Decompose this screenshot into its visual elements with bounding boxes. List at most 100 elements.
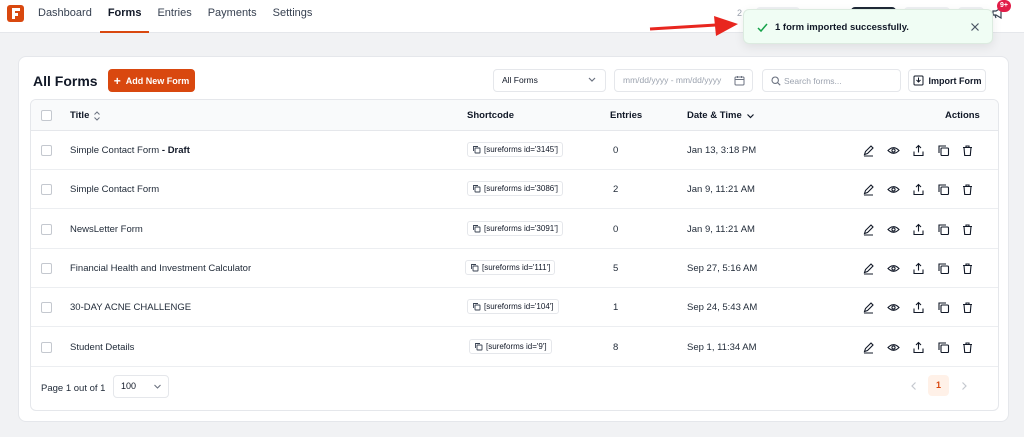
status-filter-select[interactable]: All Forms bbox=[493, 69, 606, 92]
duplicate-icon[interactable] bbox=[937, 223, 950, 236]
date-range-field[interactable]: mm/dd/yyyy - mm/dd/yyyy bbox=[614, 69, 753, 92]
row-checkbox[interactable] bbox=[41, 184, 52, 196]
export-icon[interactable] bbox=[912, 223, 925, 236]
per-page-select[interactable]: 100 bbox=[113, 375, 169, 398]
copy-icon bbox=[473, 146, 481, 154]
row-actions bbox=[862, 262, 982, 275]
entries-count: 1 bbox=[613, 302, 619, 314]
nav-payments[interactable]: Payments bbox=[200, 0, 265, 33]
import-form-button[interactable]: Import Form bbox=[908, 69, 986, 92]
date-time: Jan 9, 11:21 AM bbox=[687, 223, 755, 235]
preview-eye-icon[interactable] bbox=[887, 341, 900, 354]
trash-icon[interactable] bbox=[961, 301, 974, 314]
duplicate-icon[interactable] bbox=[937, 262, 950, 275]
app-logo-icon[interactable] bbox=[7, 5, 24, 22]
nav-dashboard[interactable]: Dashboard bbox=[38, 0, 100, 33]
export-icon[interactable] bbox=[912, 262, 925, 275]
duplicate-icon[interactable] bbox=[937, 183, 950, 196]
next-page-icon[interactable] bbox=[958, 379, 970, 393]
form-title[interactable]: NewsLetter Form bbox=[70, 224, 143, 235]
export-icon[interactable] bbox=[912, 183, 925, 196]
form-title-text: Financial Health and Investment Calculat… bbox=[70, 262, 252, 274]
table-row[interactable]: Simple Contact Form - Draft [sureforms id… bbox=[31, 131, 998, 170]
duplicate-icon[interactable] bbox=[937, 144, 950, 157]
trash-icon[interactable] bbox=[961, 144, 974, 157]
form-title[interactable]: Student Details bbox=[70, 342, 134, 353]
copy-icon bbox=[471, 263, 479, 272]
nav-entries[interactable]: Entries bbox=[149, 0, 199, 33]
row-checkbox[interactable] bbox=[41, 341, 52, 353]
preview-eye-icon[interactable] bbox=[887, 301, 900, 314]
shortcode-text: [sureforms id='104'] bbox=[484, 302, 554, 312]
table-row[interactable]: Simple Contact Form [sureforms id='3086']… bbox=[31, 170, 998, 210]
preview-eye-icon[interactable] bbox=[887, 223, 900, 236]
main-nav: Dashboard Forms Entries Payments Setting… bbox=[38, 0, 320, 33]
form-title[interactable]: 30-DAY ACNE CHALLENGE bbox=[70, 302, 191, 313]
preview-eye-icon[interactable] bbox=[887, 262, 900, 275]
shortcode-copy-chip[interactable]: [sureforms id='111'] bbox=[465, 259, 556, 275]
trash-icon[interactable] bbox=[961, 341, 974, 354]
form-title[interactable]: Simple Contact Form bbox=[70, 184, 159, 195]
table-row[interactable]: NewsLetter Form [sureforms id='3091'] 0 Jan… bbox=[31, 210, 998, 249]
nav-settings[interactable]: Settings bbox=[265, 0, 321, 33]
preview-eye-icon[interactable] bbox=[887, 144, 900, 157]
add-new-form-button[interactable]: + Add New Form bbox=[108, 69, 195, 92]
shortcode-copy-chip[interactable]: [sureforms id='3145'] bbox=[467, 142, 563, 157]
chevron-down-icon bbox=[588, 77, 596, 82]
trash-icon[interactable] bbox=[961, 262, 974, 275]
column-entries-label: Entries bbox=[610, 110, 643, 121]
page-1-button[interactable]: 1 bbox=[928, 375, 949, 396]
chevron-down-icon bbox=[746, 113, 754, 118]
date-time: Jan 9, 11:21 AM bbox=[687, 184, 755, 196]
search-forms-field[interactable] bbox=[762, 69, 901, 92]
column-actions: Actions bbox=[945, 110, 980, 121]
export-icon[interactable] bbox=[912, 341, 925, 354]
edit-icon[interactable] bbox=[862, 262, 875, 275]
export-icon[interactable] bbox=[912, 144, 925, 157]
search-input[interactable] bbox=[784, 73, 894, 88]
column-datetime[interactable]: Date & Time bbox=[687, 110, 755, 121]
import-icon bbox=[913, 75, 923, 86]
nav-forms[interactable]: Forms bbox=[99, 0, 150, 33]
row-checkbox[interactable] bbox=[41, 262, 52, 274]
row-checkbox[interactable] bbox=[41, 223, 52, 235]
date-time: Sep 24, 5:43 AM bbox=[687, 302, 758, 314]
table-row[interactable]: 30-DAY ACNE CHALLENGE [sureforms id='104'… bbox=[31, 288, 998, 328]
row-checkbox[interactable] bbox=[41, 145, 52, 156]
previous-page-icon[interactable] bbox=[908, 379, 920, 393]
trash-icon[interactable] bbox=[961, 183, 974, 196]
form-title[interactable]: Financial Health and Investment Calculat… bbox=[70, 263, 251, 274]
table-row[interactable]: Financial Health and Investment Calculat… bbox=[31, 249, 998, 288]
duplicate-icon[interactable] bbox=[937, 301, 950, 314]
add-new-form-label: Add New Form bbox=[125, 75, 190, 86]
duplicate-icon[interactable] bbox=[937, 341, 950, 354]
close-icon[interactable] bbox=[969, 21, 981, 33]
edit-icon[interactable] bbox=[862, 301, 875, 314]
shortcode-copy-chip[interactable]: [sureforms id='3091'] bbox=[467, 220, 563, 236]
select-all-checkbox[interactable] bbox=[41, 110, 52, 121]
edit-icon[interactable] bbox=[862, 144, 875, 157]
notification-badge: 9+ bbox=[997, 0, 1011, 12]
date-time: Jan 13, 3:18 PM bbox=[687, 145, 757, 156]
forms-card: All Forms + Add New Form All Forms mm/dd… bbox=[18, 56, 1009, 422]
column-title[interactable]: Title bbox=[70, 110, 101, 121]
annotation-arrow-icon bbox=[649, 16, 738, 36]
shortcode-copy-chip[interactable]: [sureforms id='9'] bbox=[469, 338, 552, 354]
table-row[interactable]: Student Details [sureforms id='9'] 8 Sep 1,… bbox=[31, 328, 998, 367]
shortcode-copy-chip[interactable]: [sureforms id='104'] bbox=[467, 299, 559, 315]
form-title-text: Simple Contact Form bbox=[70, 145, 160, 156]
forms-table: Title Shortcode Entries Date & Time Acti… bbox=[30, 99, 999, 411]
copy-icon bbox=[475, 342, 483, 350]
per-page-value: 100 bbox=[121, 381, 137, 391]
row-actions bbox=[862, 223, 982, 236]
export-icon[interactable] bbox=[912, 301, 925, 314]
row-checkbox[interactable] bbox=[41, 302, 52, 314]
edit-icon[interactable] bbox=[862, 341, 875, 354]
form-title[interactable]: Simple Contact Form - Draft bbox=[70, 145, 190, 156]
trash-icon[interactable] bbox=[961, 223, 974, 236]
preview-eye-icon[interactable] bbox=[887, 183, 900, 196]
shortcode-copy-chip[interactable]: [sureforms id='3086'] bbox=[467, 181, 563, 197]
entries-count: 0 bbox=[613, 223, 619, 235]
edit-icon[interactable] bbox=[862, 183, 875, 196]
edit-icon[interactable] bbox=[862, 223, 875, 236]
